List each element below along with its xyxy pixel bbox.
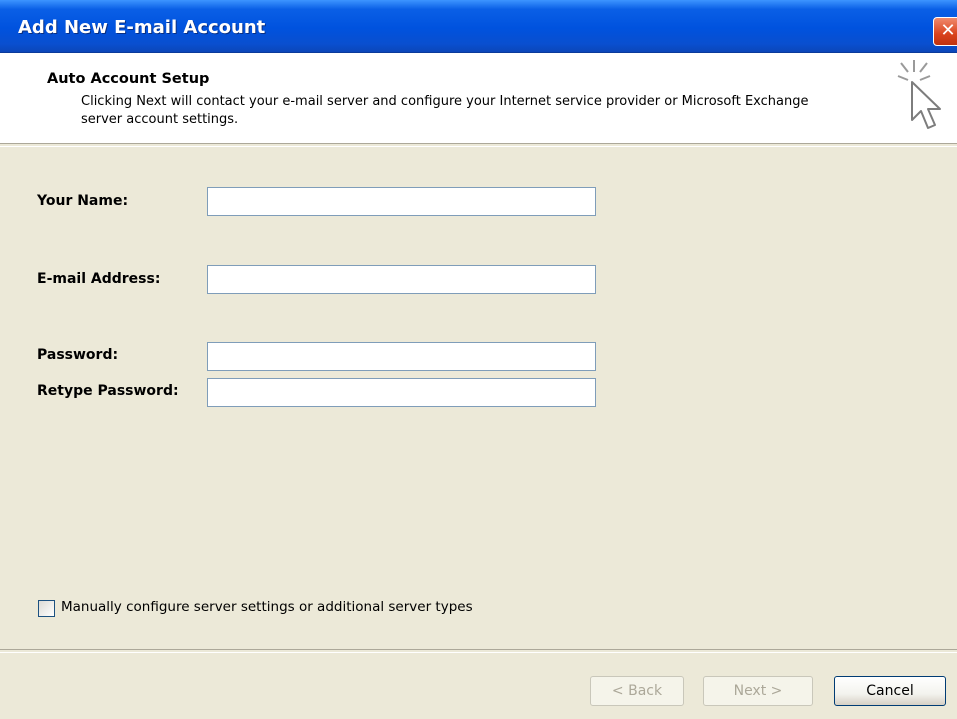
password-input[interactable]	[207, 342, 596, 371]
your-name-input[interactable]	[207, 187, 596, 216]
cancel-button[interactable]: Cancel	[834, 676, 946, 706]
wizard-header: Auto Account Setup Clicking Next will co…	[0, 53, 957, 143]
email-address-label: E-mail Address:	[37, 271, 161, 287]
dialog-window: Add New E-mail Account ✕ Auto Account Se…	[0, 0, 957, 719]
next-button[interactable]: Next >	[703, 676, 813, 706]
header-title: Auto Account Setup	[47, 71, 210, 87]
cursor-sparkle-icon	[897, 60, 941, 129]
back-button[interactable]: < Back	[590, 676, 684, 706]
title-bar[interactable]: Add New E-mail Account ✕	[0, 0, 957, 53]
header-description: Clicking Next will contact your e-mail s…	[81, 94, 809, 127]
close-icon: ✕	[940, 20, 956, 41]
close-button[interactable]: ✕	[933, 17, 957, 46]
password-label: Password:	[37, 347, 119, 363]
retype-password-label: Retype Password:	[37, 383, 179, 399]
header-separator	[0, 143, 957, 147]
manual-config-label[interactable]: Manually configure server settings or ad…	[61, 599, 473, 615]
window-title: Add New E-mail Account	[18, 17, 266, 38]
your-name-label: Your Name:	[37, 193, 129, 209]
email-address-input[interactable]	[207, 265, 596, 294]
manual-config-checkbox[interactable]	[38, 600, 55, 617]
retype-password-input[interactable]	[207, 378, 596, 407]
footer-separator	[0, 649, 957, 653]
